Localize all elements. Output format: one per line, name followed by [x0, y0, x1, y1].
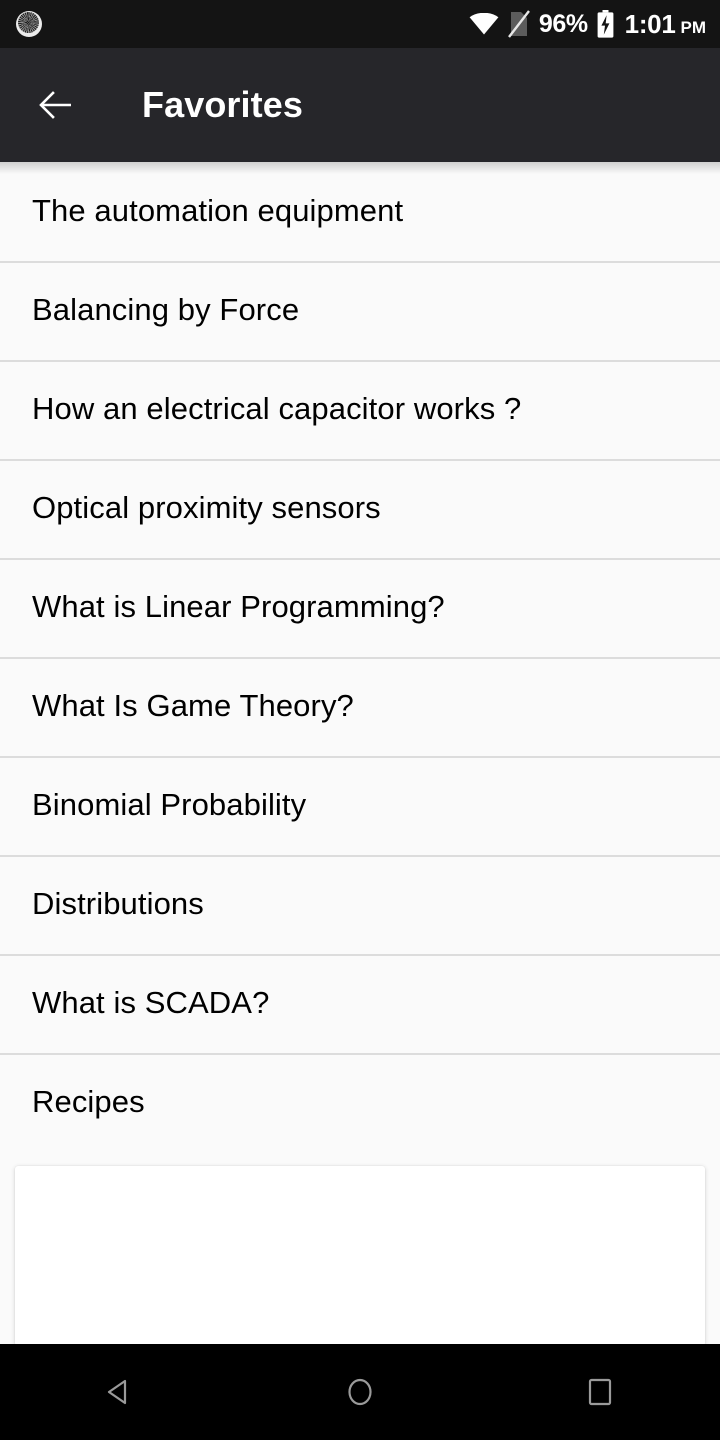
- list-item-label: What is SCADA?: [32, 985, 270, 1021]
- nav-recents-button[interactable]: [540, 1344, 660, 1440]
- back-button[interactable]: [26, 75, 86, 135]
- list-item-label: Recipes: [32, 1084, 145, 1120]
- nav-back-triangle-icon: [103, 1375, 137, 1409]
- arrow-left-icon: [39, 90, 73, 120]
- clock-time: 1:01: [624, 9, 676, 39]
- list-item-label: Distributions: [32, 886, 204, 922]
- system-navigation-bar: [0, 1344, 720, 1440]
- clock-meridiem: PM: [680, 18, 707, 37]
- list-item-label: Optical proximity sensors: [32, 490, 381, 526]
- nav-home-circle-icon: [344, 1375, 376, 1409]
- list-item-label: What Is Game Theory?: [32, 688, 354, 724]
- list-item[interactable]: The automation equipment: [0, 162, 720, 261]
- progress-clock-icon: [16, 11, 42, 37]
- nav-recents-square-icon: [586, 1376, 614, 1408]
- list-item[interactable]: Binomial Probability: [0, 756, 720, 855]
- list-item[interactable]: Recipes: [0, 1053, 720, 1152]
- status-bar-system-icons: 96% 1:01 PM: [469, 10, 706, 38]
- wifi-full-icon: [469, 13, 499, 35]
- app-toolbar: Favorites: [0, 48, 720, 174]
- list-item-label: What is Linear Programming?: [32, 589, 445, 625]
- list-item[interactable]: Balancing by Force: [0, 261, 720, 360]
- list-item[interactable]: Distributions: [0, 855, 720, 954]
- no-sim-card-icon: [507, 10, 530, 38]
- list-item-label: How an electrical capacitor works ?: [32, 391, 522, 427]
- battery-charging-icon: [597, 10, 614, 38]
- page-title: Favorites: [142, 84, 303, 125]
- list-item[interactable]: How an electrical capacitor works ?: [0, 360, 720, 459]
- status-bar-clock: 1:01 PM: [625, 11, 706, 37]
- list-item-label: The automation equipment: [32, 193, 404, 229]
- status-bar-notifications: [16, 11, 469, 37]
- ad-banner-card[interactable]: [15, 1166, 705, 1346]
- list-item[interactable]: What is SCADA?: [0, 954, 720, 1053]
- list-item[interactable]: What is Linear Programming?: [0, 558, 720, 657]
- list-item[interactable]: Optical proximity sensors: [0, 459, 720, 558]
- nav-home-button[interactable]: [300, 1344, 420, 1440]
- list-item-label: Balancing by Force: [32, 292, 300, 328]
- battery-percent-label: 96%: [538, 9, 588, 38]
- status-bar: 96% 1:01 PM: [0, 0, 720, 48]
- app-screen: 96% 1:01 PM Favorites The automation equ…: [0, 0, 720, 1440]
- nav-back-button[interactable]: [60, 1344, 180, 1440]
- list-item-label: Binomial Probability: [32, 787, 307, 823]
- list-item[interactable]: What Is Game Theory?: [0, 657, 720, 756]
